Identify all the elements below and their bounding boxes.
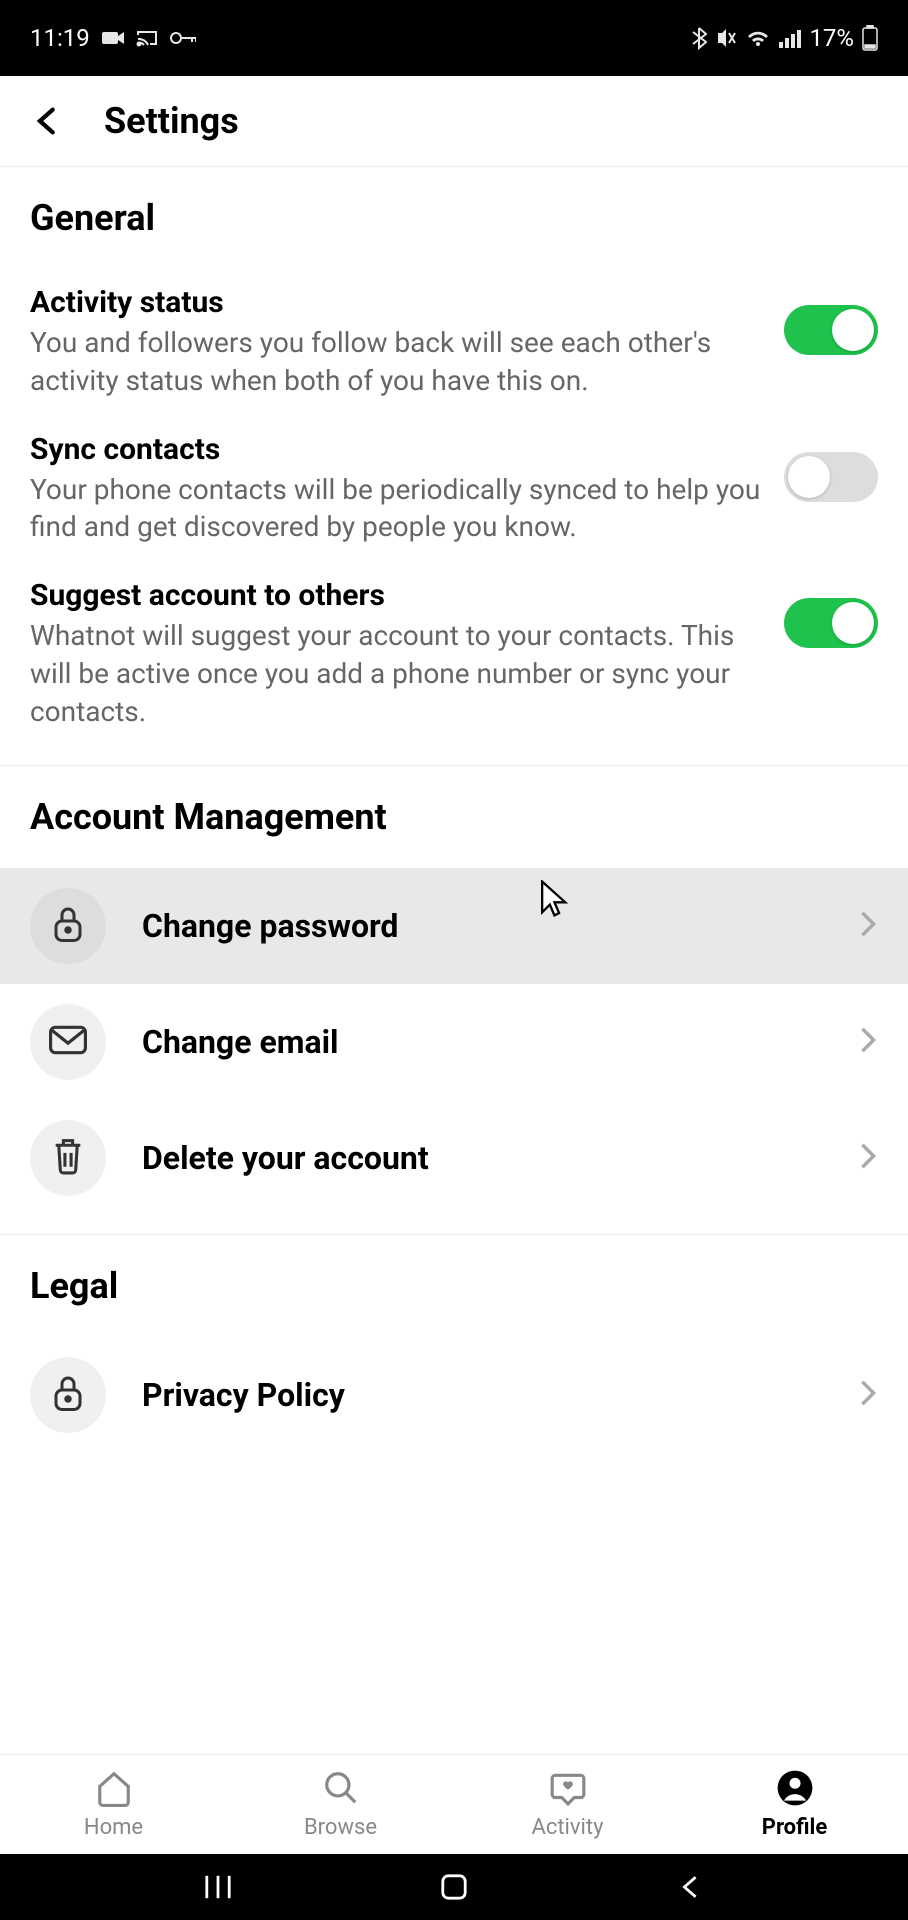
- signal-icon: [779, 28, 801, 48]
- camera-icon: [102, 30, 124, 46]
- chevron-right-icon: [858, 1379, 878, 1411]
- nav-activity-label: Activity: [531, 1815, 603, 1840]
- battery-icon: [862, 25, 878, 51]
- sys-recents-button[interactable]: [204, 1873, 232, 1901]
- heart-chat-icon: [549, 1769, 587, 1811]
- change-password-row[interactable]: Change password: [0, 868, 908, 984]
- envelope-icon: [49, 1025, 87, 1059]
- activity-status-title: Activity status: [30, 285, 764, 320]
- nav-home[interactable]: Home: [0, 1755, 227, 1854]
- sync-contacts-row: Sync contacts Your phone contacts will b…: [0, 416, 908, 563]
- sync-contacts-title: Sync contacts: [30, 432, 764, 467]
- nav-profile-label: Profile: [762, 1815, 827, 1840]
- change-password-label: Change password: [142, 907, 822, 945]
- section-general-header: General: [0, 167, 908, 269]
- privacy-policy-label: Privacy Policy: [142, 1376, 822, 1414]
- sys-back-button[interactable]: [676, 1873, 704, 1901]
- change-email-label: Change email: [142, 1023, 822, 1061]
- profile-icon: [776, 1769, 814, 1811]
- system-nav: [0, 1854, 908, 1920]
- battery-percent: 17%: [809, 24, 854, 52]
- cast-icon: [136, 29, 158, 47]
- bluetooth-icon: [691, 26, 707, 50]
- bottom-nav: Home Browse Activity Profile: [0, 1754, 908, 1854]
- privacy-policy-row[interactable]: Privacy Policy: [0, 1337, 908, 1453]
- nav-profile[interactable]: Profile: [681, 1755, 908, 1854]
- lock-icon: [50, 1373, 86, 1417]
- delete-account-row[interactable]: Delete your account: [0, 1100, 908, 1216]
- chevron-right-icon: [858, 1142, 878, 1174]
- nav-activity[interactable]: Activity: [454, 1755, 681, 1854]
- lock-icon: [50, 904, 86, 948]
- page-title: Settings: [104, 100, 239, 142]
- mute-icon: [715, 27, 737, 49]
- status-bar: 11:19 17%: [0, 0, 908, 76]
- activity-status-desc: You and followers you follow back will s…: [30, 324, 764, 400]
- search-icon: [322, 1769, 360, 1811]
- suggest-account-title: Suggest account to others: [30, 578, 764, 613]
- change-email-row[interactable]: Change email: [0, 984, 908, 1100]
- page-header: Settings: [0, 76, 908, 167]
- home-icon: [95, 1769, 133, 1811]
- suggest-account-toggle[interactable]: [784, 598, 878, 648]
- delete-account-label: Delete your account: [142, 1139, 822, 1177]
- nav-browse[interactable]: Browse: [227, 1755, 454, 1854]
- activity-status-row: Activity status You and followers you fo…: [0, 269, 908, 416]
- wifi-icon: [745, 28, 771, 48]
- suggest-account-row: Suggest account to others Whatnot will s…: [0, 562, 908, 746]
- sys-home-button[interactable]: [440, 1873, 468, 1901]
- back-button[interactable]: [30, 100, 64, 142]
- section-legal-header: Legal: [0, 1235, 908, 1337]
- trash-icon: [51, 1136, 85, 1180]
- vpn-key-icon: [170, 31, 196, 45]
- nav-home-label: Home: [84, 1815, 143, 1840]
- chevron-right-icon: [858, 910, 878, 942]
- activity-status-toggle[interactable]: [784, 305, 878, 355]
- chevron-right-icon: [858, 1026, 878, 1058]
- section-account-management-header: Account Management: [0, 766, 908, 868]
- suggest-account-desc: Whatnot will suggest your account to you…: [30, 617, 764, 730]
- status-time: 11:19: [30, 24, 90, 52]
- sync-contacts-toggle[interactable]: [784, 452, 878, 502]
- nav-browse-label: Browse: [304, 1815, 377, 1840]
- sync-contacts-desc: Your phone contacts will be periodically…: [30, 471, 764, 547]
